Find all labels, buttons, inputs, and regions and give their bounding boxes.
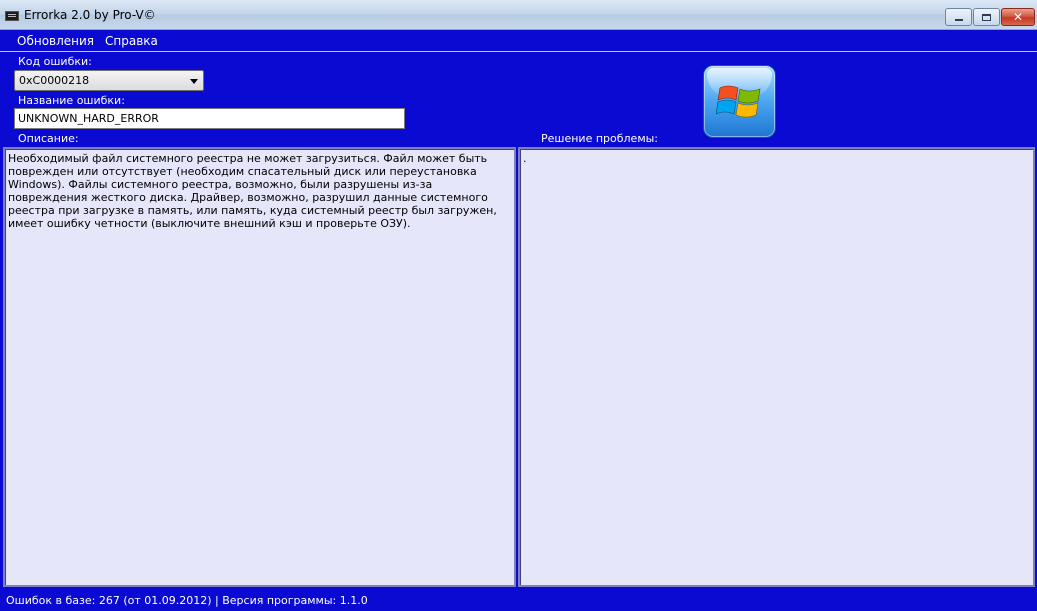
description-label: Описание: [18, 132, 79, 145]
close-icon: ✕ [1012, 10, 1024, 24]
app-console-icon [5, 11, 19, 21]
window-controls: ✕ [944, 8, 1035, 26]
minimize-button[interactable] [945, 8, 972, 26]
windows-logo-icon [703, 65, 776, 138]
solution-label: Решение проблемы: [541, 132, 659, 145]
status-text: Ошибок в базе: 267 (от 01.09.2012) | Вер… [6, 594, 368, 607]
error-name-field[interactable]: UNKNOWN_HARD_ERROR [14, 108, 405, 129]
menu-updates[interactable]: Обновления [17, 34, 94, 48]
menu-bar: Обновления Справка [0, 30, 1037, 52]
chevron-down-icon[interactable] [190, 79, 198, 84]
error-name-value: UNKNOWN_HARD_ERROR [18, 112, 159, 125]
windows-flag-graphic [716, 85, 761, 118]
error-code-label: Код ошибки: [18, 55, 92, 68]
maximize-icon [982, 13, 991, 21]
error-code-value: 0xC0000218 [19, 74, 90, 87]
title-bar: Errorka 2.0 by Pro-V© ✕ [0, 0, 1037, 30]
window-title: Errorka 2.0 by Pro-V© [24, 8, 156, 22]
maximize-button[interactable] [973, 8, 1000, 26]
menu-help[interactable]: Справка [105, 34, 158, 48]
minimize-icon [954, 19, 963, 21]
error-code-select[interactable]: 0xC0000218 [14, 70, 204, 91]
description-textarea[interactable]: Необходимый файл системного реестра не м… [3, 147, 516, 587]
close-button[interactable]: ✕ [1001, 8, 1035, 26]
solution-textarea[interactable]: . [518, 147, 1035, 587]
status-bar: Ошибок в базе: 267 (от 01.09.2012) | Вер… [0, 590, 1037, 611]
error-name-label: Название ошибки: [18, 94, 125, 107]
description-text: Необходимый файл системного реестра не м… [8, 152, 501, 230]
solution-text: . [523, 152, 527, 165]
